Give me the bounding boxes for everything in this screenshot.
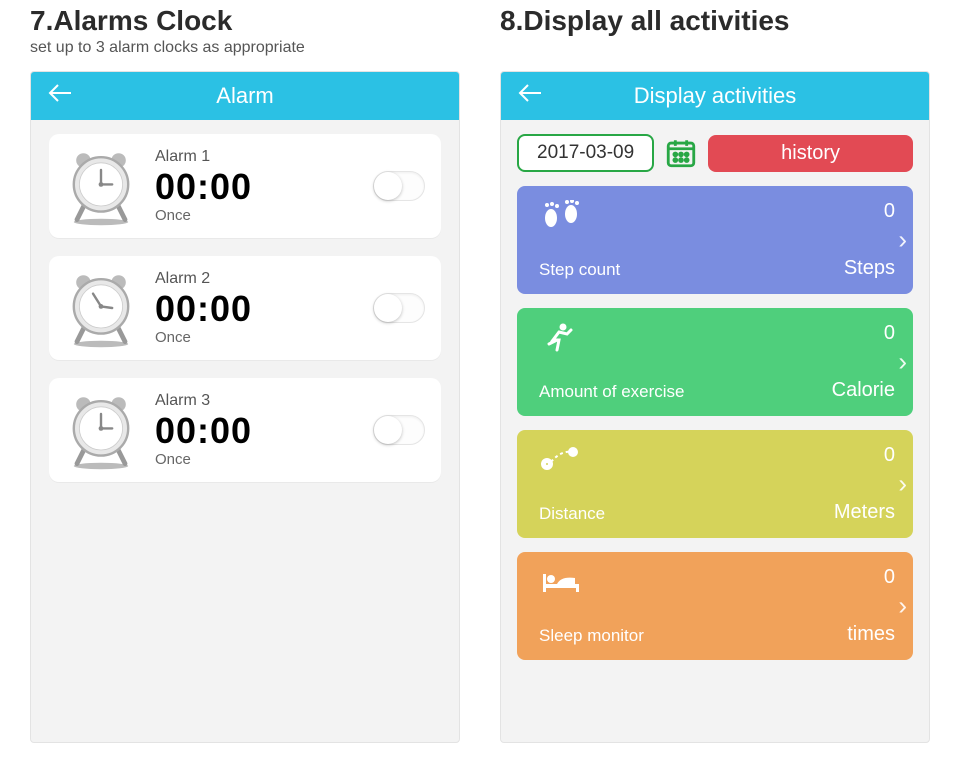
alarm-toggle[interactable] <box>373 171 425 201</box>
sleep-icon <box>539 566 583 596</box>
activity-value: 0 <box>884 322 895 345</box>
alarm-toggle[interactable] <box>373 293 425 323</box>
activities-appbar: Display activities <box>501 72 929 120</box>
activity-card-distance[interactable]: Distance 0 Meters › <box>517 430 913 538</box>
chevron-right-icon: › <box>898 469 907 500</box>
footprints-icon <box>539 200 583 230</box>
section-title: 8.Display all activities <box>500 5 930 37</box>
alarm-toggle[interactable] <box>373 415 425 445</box>
alarm-clock-icon <box>61 268 141 348</box>
chevron-right-icon: › <box>898 591 907 622</box>
appbar-title: Display activities <box>501 83 929 109</box>
alarm-freq: Once <box>155 451 359 468</box>
alarm-name: Alarm 1 <box>155 148 359 166</box>
section-subtitle: set up to 3 alarm clocks as appropriate <box>30 39 460 57</box>
alarm-appbar: Alarm <box>31 72 459 120</box>
alarm-info: Alarm 3 00:00 Once <box>155 392 359 469</box>
activities-body: 2017-03-09 history Step count 0 <box>501 120 929 674</box>
history-button[interactable]: history <box>708 135 913 172</box>
activity-card-sleep[interactable]: Sleep monitor 0 times › <box>517 552 913 660</box>
activity-value: 0 <box>884 444 895 467</box>
activity-card-exercise[interactable]: Amount of exercise 0 Calorie › <box>517 308 913 416</box>
date-row: 2017-03-09 history <box>517 134 913 172</box>
section-title: 7.Alarms Clock <box>30 5 460 37</box>
activity-label: Amount of exercise <box>539 382 685 402</box>
activity-unit: Steps <box>844 257 895 280</box>
activity-label: Distance <box>539 504 605 524</box>
alarm-info: Alarm 1 00:00 Once <box>155 148 359 225</box>
alarm-time: 00:00 <box>155 290 359 328</box>
alarm-name: Alarm 2 <box>155 270 359 288</box>
section-subtitle <box>500 39 930 57</box>
alarm-card[interactable]: Alarm 3 00:00 Once <box>49 378 441 482</box>
date-picker[interactable]: 2017-03-09 <box>517 134 654 172</box>
alarm-card[interactable]: Alarm 1 00:00 Once <box>49 134 441 238</box>
column-activities: 8.Display all activities Display activit… <box>500 5 930 743</box>
activity-label: Step count <box>539 260 620 280</box>
alarm-freq: Once <box>155 207 359 224</box>
activity-value: 0 <box>884 200 895 223</box>
activity-label: Sleep monitor <box>539 626 644 646</box>
chevron-right-icon: › <box>898 347 907 378</box>
activity-unit: Calorie <box>832 379 895 402</box>
alarm-clock-icon <box>61 390 141 470</box>
alarm-phone: Alarm Alarm 1 00:00 Once <box>30 71 460 743</box>
alarm-freq: Once <box>155 329 359 346</box>
alarm-time: 00:00 <box>155 412 359 450</box>
chevron-right-icon: › <box>898 225 907 256</box>
activity-unit: Meters <box>834 501 895 524</box>
appbar-title: Alarm <box>31 83 459 109</box>
distance-icon <box>539 444 583 474</box>
alarm-card[interactable]: Alarm 2 00:00 Once <box>49 256 441 360</box>
back-icon[interactable] <box>47 82 73 110</box>
column-alarms: 7.Alarms Clock set up to 3 alarm clocks … <box>30 5 460 743</box>
back-icon[interactable] <box>517 82 543 110</box>
alarm-clock-icon <box>61 146 141 226</box>
alarm-list: Alarm 1 00:00 Once Ala <box>31 120 459 496</box>
alarm-time: 00:00 <box>155 168 359 206</box>
activity-unit: times <box>847 623 895 646</box>
alarm-info: Alarm 2 00:00 Once <box>155 270 359 347</box>
activity-value: 0 <box>884 566 895 589</box>
activities-phone: Display activities 2017-03-09 history <box>500 71 930 743</box>
activity-card-steps[interactable]: Step count 0 Steps › <box>517 186 913 294</box>
running-icon <box>539 322 583 352</box>
calendar-icon[interactable] <box>664 136 698 170</box>
alarm-name: Alarm 3 <box>155 392 359 410</box>
